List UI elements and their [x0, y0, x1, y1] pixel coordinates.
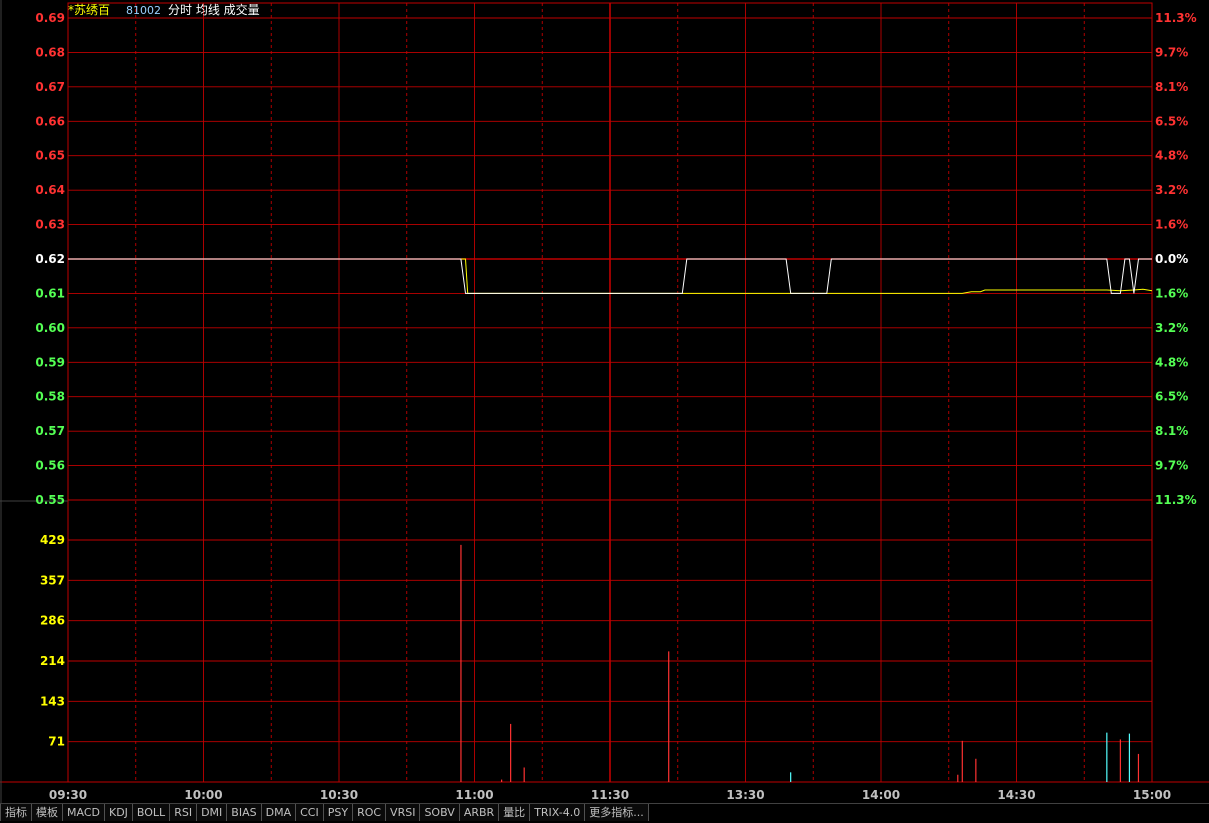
time-tick-label: 11:30 [591, 788, 629, 802]
time-tick-label: 09:30 [49, 788, 87, 802]
pct-tick-label: 0.0% [1155, 252, 1188, 266]
indicator-tab[interactable]: BOLL [132, 804, 171, 821]
price-tick-label: 0.59 [35, 355, 65, 369]
indicator-tab[interactable]: TRIX-4.0 [530, 804, 586, 821]
price-tick-label: 0.61 [35, 286, 65, 300]
axis-labels: 0.69 11.3% 0.68 9.7% 0.67 8.1% 0.66 6.5% 0.65 4.8… [35, 11, 1196, 802]
chart-header: *苏绣百 81002 分时 均线 成交量 [68, 2, 260, 17]
price-tick-label: 0.56 [35, 459, 65, 473]
pct-tick-label: 1.6% [1155, 218, 1188, 232]
stock-name: *苏绣百 [68, 3, 110, 17]
chart-mode-labels: 分时 均线 成交量 [168, 2, 260, 17]
indicator-tab[interactable]: 模板 [32, 804, 63, 821]
indicator-tab[interactable]: MACD [63, 804, 105, 821]
indicator-tab[interactable]: DMA [261, 804, 297, 821]
price-tick-label: 0.64 [35, 183, 65, 197]
time-tick-label: 10:00 [184, 788, 222, 802]
pct-tick-label: 6.5% [1155, 114, 1188, 128]
time-tick-label: 14:30 [997, 788, 1035, 802]
indicator-tab[interactable]: VRSI [386, 804, 421, 821]
stock-code: 81002 [126, 4, 161, 17]
pct-tick-label: 3.2% [1155, 321, 1188, 335]
pct-tick-label: 1.6% [1155, 286, 1188, 300]
indicator-tab[interactable]: ARBR [459, 804, 500, 821]
pct-tick-label: 9.7% [1155, 45, 1188, 59]
pct-tick-label: 4.8% [1155, 355, 1188, 369]
price-tick-label: 0.65 [35, 149, 65, 163]
indicator-tab[interactable]: PSY [323, 804, 354, 821]
time-tick-label: 13:30 [726, 788, 764, 802]
intraday-chart: 0.69 11.3% 0.68 9.7% 0.67 8.1% 0.66 6.5% 0.65 4.8… [0, 0, 1209, 803]
pct-tick-label: 6.5% [1155, 390, 1188, 404]
price-tick-label: 0.60 [35, 321, 65, 335]
pct-tick-label: 11.3% [1155, 493, 1197, 507]
pct-tick-label: 8.1% [1155, 424, 1188, 438]
chart-grid [0, 0, 1209, 803]
volume-tick-label: 357 [40, 573, 65, 587]
pct-tick-label: 8.1% [1155, 80, 1188, 94]
volume-tick-label: 71 [48, 735, 65, 749]
indicator-tab[interactable]: RSI [170, 804, 198, 821]
price-tick-label: 0.55 [35, 493, 65, 507]
indicator-tab[interactable]: BIAS [227, 804, 262, 821]
volume-tick-label: 429 [40, 533, 65, 547]
time-tick-label: 11:00 [455, 788, 493, 802]
indicator-tab[interactable]: CCI [296, 804, 324, 821]
price-tick-label: 0.63 [35, 218, 65, 232]
price-tick-label: 0.67 [35, 80, 65, 94]
indicator-tab[interactable]: SOBV [420, 804, 460, 821]
indicator-tab[interactable]: KDJ [104, 804, 133, 821]
volume-tick-label: 286 [40, 614, 65, 628]
time-tick-label: 15:00 [1133, 788, 1171, 802]
pct-tick-label: 11.3% [1155, 11, 1197, 25]
indicator-tab[interactable]: DMI [197, 804, 228, 821]
price-tick-label: 0.69 [35, 11, 65, 25]
pct-tick-label: 9.7% [1155, 459, 1188, 473]
time-tick-label: 14:00 [862, 788, 900, 802]
volume-tick-label: 214 [40, 654, 65, 668]
indicator-tab-bar: 指标 模板 MACD KDJ BOLL RSI DMI BIAS DMA CCI PSY ROC VRS… [0, 803, 1209, 823]
indicator-tab[interactable]: 指标 [0, 804, 32, 821]
price-tick-label: 0.62 [35, 252, 65, 266]
time-tick-label: 10:30 [320, 788, 358, 802]
price-tick-label: 0.68 [35, 45, 65, 59]
indicator-tab[interactable]: 量比 [499, 804, 531, 821]
volume-tick-label: 143 [40, 694, 65, 708]
indicator-tab[interactable]: 更多指标... [585, 804, 649, 821]
indicator-tab[interactable]: ROC [353, 804, 387, 821]
price-tick-label: 0.57 [35, 424, 65, 438]
pct-tick-label: 4.8% [1155, 149, 1188, 163]
price-tick-label: 0.66 [35, 114, 65, 128]
price-tick-label: 0.58 [35, 390, 65, 404]
pct-tick-label: 3.2% [1155, 183, 1188, 197]
